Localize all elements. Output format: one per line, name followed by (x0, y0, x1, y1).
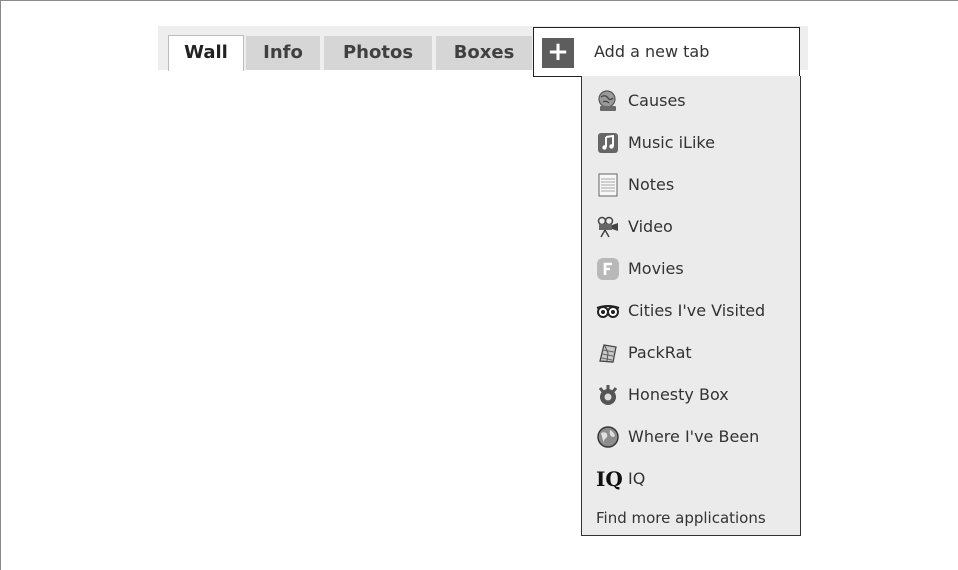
menu-item-video[interactable]: Video (582, 207, 800, 247)
menu-item-label: Where I've Been (628, 427, 760, 446)
flixster-f-icon (597, 258, 619, 280)
honesty-box-icon (598, 385, 618, 405)
find-more-applications-link[interactable]: Find more applications (596, 508, 766, 528)
page: Wall Info Photos Boxes + Add a new tab C… (0, 0, 958, 570)
packrat-icon (599, 344, 617, 363)
menu-item-label: Notes (628, 175, 675, 194)
frame-top-line (0, 0, 958, 1)
menu-item-where-ive-been[interactable]: Where I've Been (582, 417, 800, 457)
menu-item-label: Causes (628, 91, 686, 110)
tab-photos[interactable]: Photos (324, 36, 432, 70)
menu-item-label: Video (628, 217, 673, 236)
tab-info[interactable]: Info (246, 36, 320, 70)
owl-eyes-icon (596, 305, 620, 318)
tab-wall[interactable]: Wall (168, 35, 244, 71)
menu-item-label: IQ (628, 469, 646, 488)
menu-item-music-ilike[interactable]: Music iLike (582, 123, 800, 163)
menu-item-packrat[interactable]: PackRat (582, 333, 800, 373)
notes-page-icon (598, 173, 618, 197)
menu-item-label: PackRat (628, 343, 692, 362)
plus-icon: + (542, 38, 574, 68)
menu-item-label: Movies (628, 259, 684, 278)
add-new-tab-button[interactable]: + Add a new tab (533, 27, 800, 77)
add-new-tab-label: Add a new tab (594, 42, 710, 61)
menu-item-honesty-box[interactable]: Honesty Box (582, 375, 800, 415)
music-note-icon (598, 133, 618, 153)
causes-globe-icon (598, 90, 616, 111)
globe-icon (597, 426, 619, 448)
menu-item-label: Honesty Box (628, 385, 729, 404)
menu-item-movies[interactable]: Movies (582, 249, 800, 289)
tab-boxes[interactable]: Boxes (436, 36, 532, 70)
menu-item-causes[interactable]: Causes (582, 81, 800, 121)
dropdown-divider-line (533, 76, 582, 77)
menu-item-label: Music iLike (628, 133, 715, 152)
menu-item-label: Cities I've Visited (628, 301, 766, 320)
add-tab-dropdown-menu: Causes Music iLike Notes Video Movies Ci… (581, 76, 801, 536)
menu-item-notes[interactable]: Notes (582, 165, 800, 205)
frame-left-line (0, 0, 1, 570)
menu-item-iq[interactable]: IQ IQ (582, 459, 800, 499)
iq-icon: IQ (596, 467, 623, 491)
video-camera-icon (597, 216, 618, 238)
menu-item-cities-visited[interactable]: Cities I've Visited (582, 291, 800, 331)
